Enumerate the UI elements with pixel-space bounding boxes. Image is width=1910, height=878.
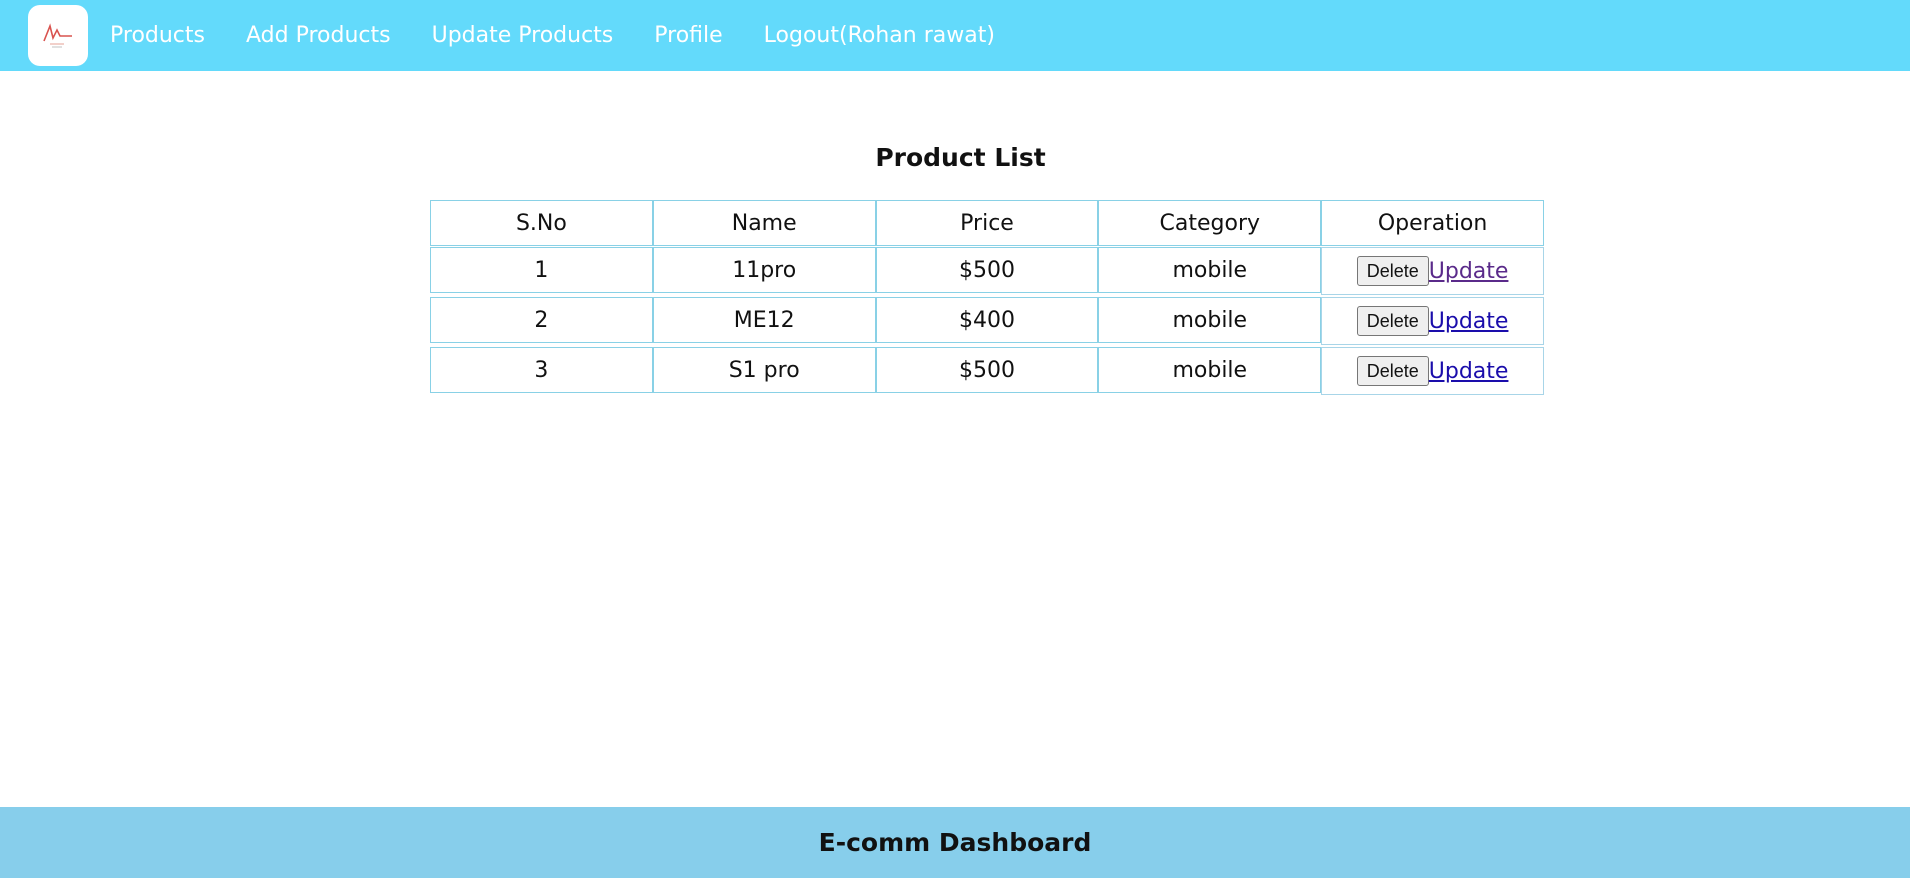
header-price: Price: [875, 200, 1099, 246]
cell-category: mobile: [1098, 247, 1322, 293]
logo[interactable]: [28, 5, 88, 66]
cell-price: $500: [875, 347, 1099, 393]
nav-products-link[interactable]: Products: [110, 23, 205, 48]
table-row: 2 ME12 $400 mobile Delete Update: [430, 297, 1544, 347]
nav-logout-link[interactable]: Logout(Rohan rawat): [764, 23, 995, 48]
table-row: 3 S1 pro $500 mobile Delete Update: [430, 347, 1544, 397]
product-table: S.No Name Price Category Operation 1 11p…: [430, 200, 1544, 397]
cell-sno: 3: [430, 347, 653, 393]
header-name: Name: [652, 200, 876, 246]
cell-name: 11pro: [652, 247, 876, 293]
table-header-row: S.No Name Price Category Operation: [430, 200, 1544, 246]
delete-button[interactable]: Delete: [1356, 256, 1429, 286]
top-navbar: Products Add Products Update Products Pr…: [0, 0, 1910, 71]
nav-profile-link[interactable]: Profile: [654, 23, 722, 48]
header-sno: S.No: [430, 200, 653, 246]
cell-operation: Delete Update: [1321, 297, 1544, 345]
page-title: Product List: [875, 143, 1046, 172]
cell-operation: Delete Update: [1321, 347, 1544, 395]
cell-sno: 1: [430, 247, 653, 293]
update-link[interactable]: Update: [1429, 259, 1509, 284]
cell-price: $500: [875, 247, 1099, 293]
cell-name: ME12: [652, 297, 876, 343]
update-link[interactable]: Update: [1429, 359, 1509, 384]
table-row: 1 11pro $500 mobile Delete Update: [430, 247, 1544, 297]
footer: E-comm Dashboard: [0, 807, 1910, 878]
header-operation: Operation: [1321, 200, 1544, 246]
delete-button[interactable]: Delete: [1356, 356, 1429, 386]
delete-button[interactable]: Delete: [1356, 306, 1429, 336]
cell-sno: 2: [430, 297, 653, 343]
cell-price: $400: [875, 297, 1099, 343]
cell-category: mobile: [1098, 347, 1322, 393]
footer-title: E-comm Dashboard: [818, 828, 1092, 857]
update-link[interactable]: Update: [1429, 309, 1509, 334]
cell-name: S1 pro: [652, 347, 876, 393]
logo-icon: [43, 22, 72, 48]
cell-category: mobile: [1098, 297, 1322, 343]
cell-operation: Delete Update: [1321, 247, 1544, 295]
header-category: Category: [1098, 200, 1322, 246]
nav-add-products-link[interactable]: Add Products: [246, 23, 391, 48]
nav-update-products-link[interactable]: Update Products: [432, 23, 614, 48]
